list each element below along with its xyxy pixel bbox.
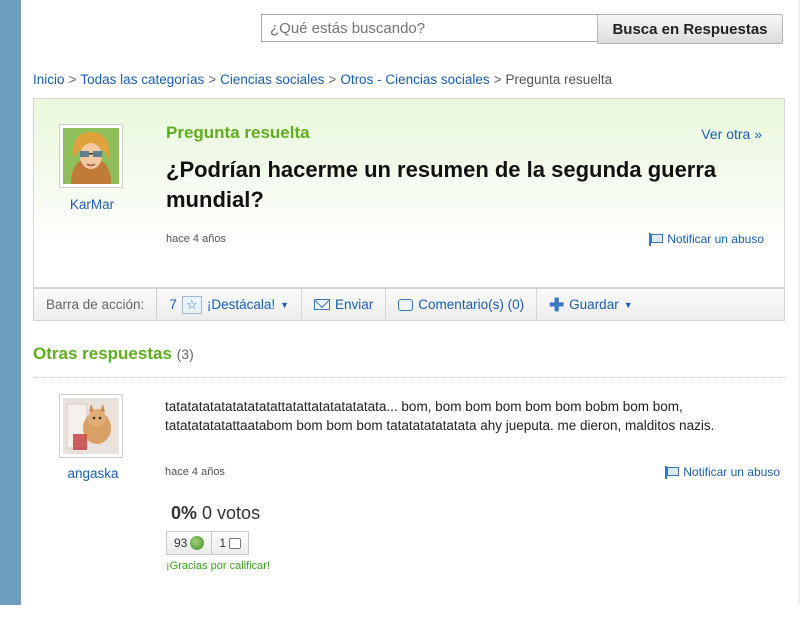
answer-text: tatatatatatatatatatattatattatatatatatata… [165, 399, 715, 433]
vote-summary: 0% 0 votos [171, 503, 260, 524]
star-icon: ☆ [181, 295, 202, 314]
flag-icon [649, 233, 664, 246]
breadcrumb: Inicio > Todas las categorías > Ciencias soc… [33, 72, 612, 87]
divider [33, 377, 785, 378]
rating-thanks: ¡Gracias por calificar! [166, 560, 270, 572]
highlight-label: ¡Destácala! [206, 297, 276, 312]
answer-report-link[interactable]: Notificar un abuso [665, 465, 780, 479]
other-answers-heading: Otras respuestas (3) [33, 344, 194, 364]
thumbs-up-icon [190, 536, 205, 550]
answer-time: hace 4 años [165, 466, 225, 478]
chevron-down-icon: ▼ [280, 299, 290, 310]
thumbs-up-button[interactable]: 93 [167, 532, 211, 554]
asker-avatar[interactable] [59, 124, 123, 188]
vote-count: 0 votos [202, 503, 261, 523]
breadcrumb-other-social-sciences[interactable]: Otros - Ciencias sociales [340, 72, 489, 87]
search-button[interactable]: Busca en Respuestas [597, 14, 783, 44]
chevron-down-icon: ▼ [623, 299, 633, 310]
breadcrumb-separator: > [328, 72, 337, 87]
other-answers-title: Otras respuestas [33, 344, 172, 363]
left-rail [0, 0, 21, 605]
breadcrumb-home[interactable]: Inicio [33, 72, 65, 87]
thumbs-up-count: 93 [174, 536, 188, 550]
question-box: KarMar Pregunta resuelta Ver otra » ¿Pod… [33, 98, 785, 288]
send-button[interactable]: Enviar [302, 289, 387, 320]
rating-buttons: 93 1 [166, 531, 250, 555]
question-status: Pregunta resuelta [166, 123, 310, 142]
thumbs-down-button[interactable]: 1 [211, 532, 248, 554]
report-label: Notificar un abuso [683, 465, 780, 479]
see-other-link[interactable]: Ver otra » [701, 126, 762, 142]
thumbs-down-icon [229, 537, 242, 549]
send-label: Enviar [335, 297, 374, 312]
breadcrumb-all-categories[interactable]: Todas las categorías [80, 72, 204, 87]
question-time: hace 4 años [166, 233, 226, 245]
comments-button[interactable]: Comentario(s) (0) [386, 289, 538, 320]
comments-label: Comentario(s) (0) [418, 297, 525, 312]
search-input[interactable] [261, 14, 613, 42]
breadcrumb-separator: > [493, 72, 502, 87]
avatar-image [63, 398, 119, 454]
breadcrumb-separator: > [208, 72, 217, 87]
breadcrumb-separator: > [68, 72, 77, 87]
action-bar-label: Barra de acción: [34, 289, 158, 320]
breadcrumb-social-sciences[interactable]: Ciencias sociales [220, 72, 324, 87]
save-button[interactable]: ✚ Guardar ▼ [537, 289, 645, 320]
thumbs-down-count: 1 [219, 536, 227, 550]
save-label: Guardar [569, 297, 619, 312]
flag-icon [665, 466, 680, 479]
mail-icon [314, 299, 331, 310]
action-bar: Barra de acción: 7 ☆ ¡Destácala! ▼ Envia… [33, 288, 785, 321]
breadcrumb-current: Pregunta resuelta [505, 72, 613, 87]
answerer-avatar[interactable] [59, 394, 123, 458]
answerer-username[interactable]: angaska [51, 466, 135, 481]
question-report-link[interactable]: Notificar un abuso [649, 232, 764, 246]
report-label: Notificar un abuso [667, 232, 764, 246]
avatar-image [63, 128, 119, 184]
star-count: 7 [169, 297, 177, 312]
question-title: ¿Podrían hacerme un resumen de la segund… [166, 157, 717, 212]
plus-icon: ✚ [549, 294, 565, 315]
vote-percent: 0% [171, 503, 198, 523]
page: Busca en Respuestas Inicio>Todas las cat… [21, 0, 800, 605]
asker-username[interactable]: KarMar [50, 197, 134, 212]
highlight-button[interactable]: 7 ☆ ¡Destácala! ▼ [157, 289, 303, 320]
comment-icon [398, 298, 414, 311]
other-answers-count: (3) [176, 346, 194, 362]
